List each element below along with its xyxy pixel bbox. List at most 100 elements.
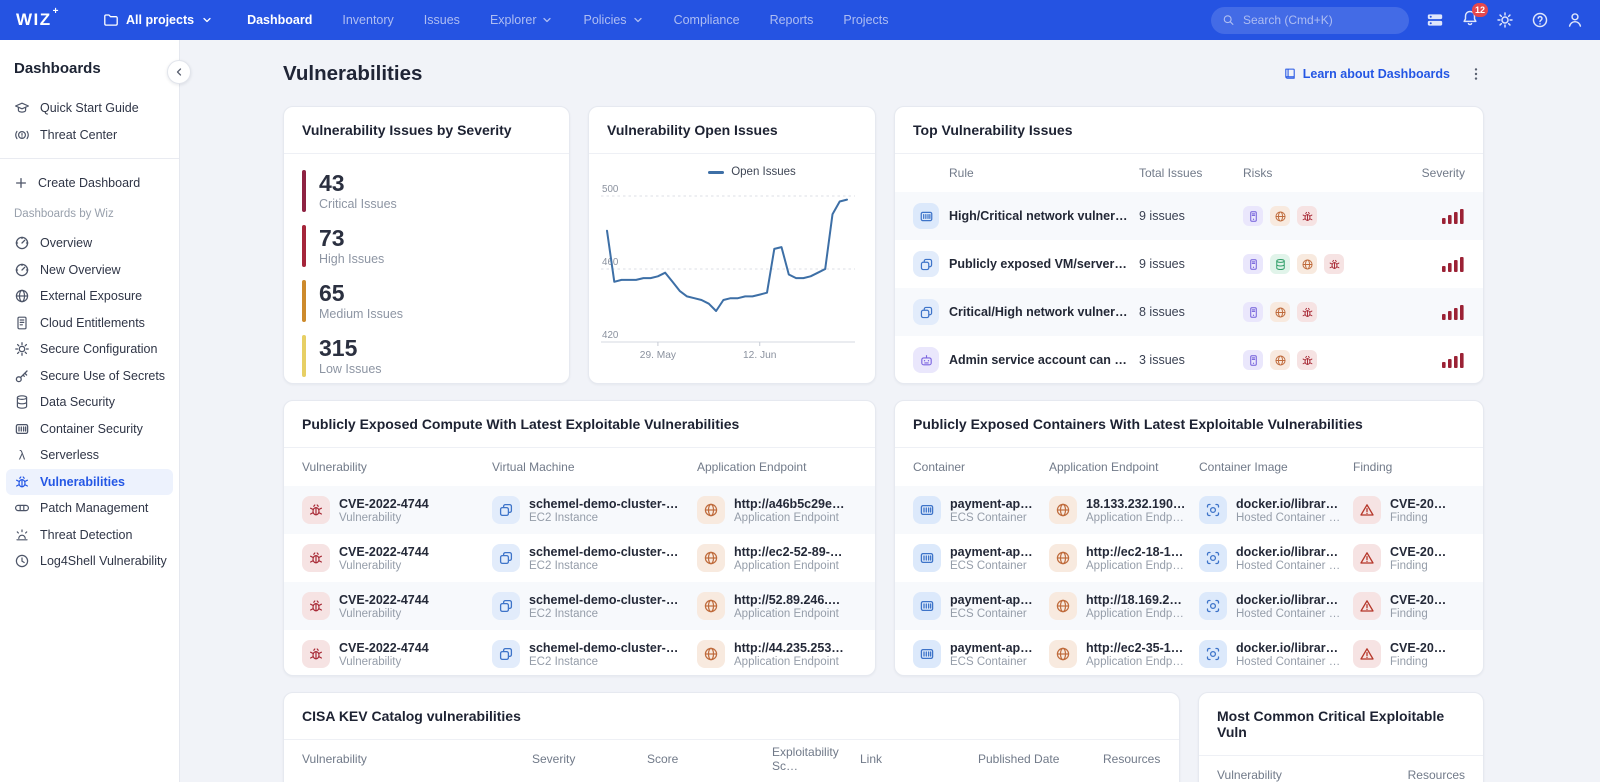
project-selector-button[interactable]: All projects — [103, 12, 213, 28]
kebab-menu-icon[interactable] — [1468, 66, 1484, 82]
svg-text:29. May: 29. May — [640, 350, 677, 361]
search-input[interactable] — [1243, 13, 1398, 27]
vm-icon — [913, 299, 939, 325]
top-navigation: WIZ + All projects Dashboard Inventory Issu… — [0, 0, 1600, 40]
sidebar-item-quick-start-guide[interactable]: Quick Start Guide — [0, 95, 179, 122]
exposed-compute-row[interactable]: CVE-2022-4744 Vulnerability schemel-demo-c… — [284, 582, 875, 630]
bug-icon — [302, 544, 330, 572]
severity-stat-low-issues[interactable]: 315 Low Issues — [302, 335, 551, 377]
create-dashboard-button[interactable]: Create Dashboard — [0, 169, 179, 196]
main-content: Vulnerabilities Learn about Dashboards V… — [180, 40, 1600, 782]
severity-bars-icon — [1401, 256, 1465, 272]
gauge-icon — [14, 235, 30, 251]
card-title: Vulnerability Open Issues — [589, 107, 875, 154]
gear-outline-icon — [14, 341, 30, 357]
image-scan-icon — [1199, 544, 1227, 572]
entity-name: payment-app-3 — [950, 640, 1037, 655]
sidebar-item-external-exposure[interactable]: External Exposure — [0, 283, 179, 310]
vm-icon — [492, 640, 520, 668]
total-issues: 9 issues — [1139, 257, 1185, 271]
entity-name: payment-app-3 — [950, 592, 1037, 607]
severity-stat-medium-issues[interactable]: 65 Medium Issues — [302, 280, 551, 322]
entity-type: Hosted Container I… — [1236, 559, 1341, 572]
sidebar-item-log4shell-vulnerability[interactable]: Log4Shell Vulnerability — [0, 548, 179, 575]
sidebar-item-threat-detection[interactable]: Threat Detection — [0, 522, 179, 549]
settings-gear-icon[interactable] — [1496, 11, 1514, 29]
entity-type: Finding — [1390, 607, 1428, 620]
severity-color-bar — [302, 170, 306, 212]
sidebar-item-data-security[interactable]: Data Security — [0, 389, 179, 416]
exposed-container-row[interactable]: payment-app-3 ECS Container http://ec2-35-… — [895, 630, 1483, 675]
nav-item-issues[interactable]: Issues — [424, 13, 460, 27]
top-issue-row[interactable]: Critical/High network vulnerability with… — [895, 288, 1483, 336]
entity-type: Vulnerability — [339, 607, 402, 620]
page-title: Vulnerabilities — [283, 62, 423, 85]
entity-name: http://ec2-18-16… — [1086, 544, 1187, 559]
entity-type: Finding — [1390, 655, 1428, 668]
sidebar-item-secure-use-of-secrets[interactable]: Secure Use of Secrets — [0, 363, 179, 390]
user-profile-icon[interactable] — [1566, 11, 1584, 29]
total-issues: 3 issues — [1139, 353, 1185, 367]
help-icon[interactable] — [1531, 11, 1549, 29]
exposed-compute-row[interactable]: CVE-2022-4744 Vulnerability schemel-demo-c… — [284, 534, 875, 582]
project-selector-label: All projects — [126, 13, 195, 27]
card-title: Top Vulnerability Issues — [895, 107, 1483, 154]
patch-icon — [14, 500, 30, 516]
risk-icons — [1243, 350, 1401, 370]
entity-name: http://a46b5c29e830648… — [734, 496, 845, 511]
globe-risk-icon — [1297, 254, 1317, 274]
severity-stat-high-issues[interactable]: 73 High Issues — [302, 225, 551, 267]
exposed-container-row[interactable]: payment-app-3 ECS Container http://ec2-18-… — [895, 534, 1483, 582]
entity-name: schemel-demo-cluster-n… — [529, 592, 685, 607]
sidebar-item-overview[interactable]: Overview — [0, 230, 179, 257]
container-icon — [913, 592, 941, 620]
nav-item-inventory[interactable]: Inventory — [342, 13, 393, 27]
entity-name: http://ec2-52-89-246-52.… — [734, 544, 845, 559]
globe-icon — [1049, 496, 1077, 524]
top-issue-row[interactable]: Admin service account can be assumed by … — [895, 336, 1483, 383]
sidebar-section-label: Dashboards by Wiz — [14, 208, 114, 220]
globe-risk-icon — [1270, 206, 1290, 226]
book-icon — [1283, 67, 1297, 81]
sidebar-item-vulnerabilities[interactable]: Vulnerabilities — [6, 468, 173, 495]
globe-icon — [697, 640, 725, 668]
panels-icon[interactable] — [1426, 11, 1444, 29]
severity-bars-icon — [1401, 352, 1465, 368]
sidebar-item-threat-center[interactable]: Threat Center — [0, 122, 179, 149]
sidebar-item-new-overview[interactable]: New Overview — [0, 257, 179, 284]
chevron-down-icon — [541, 14, 553, 26]
nav-item-explorer[interactable]: Explorer — [490, 13, 554, 27]
exposed-container-row[interactable]: payment-app-3 ECS Container 18.133.232.190… — [895, 486, 1483, 534]
notification-badge: 12 — [1471, 2, 1488, 17]
legend-line-swatch — [708, 170, 725, 174]
top-issue-row[interactable]: High/Critical network vulnerability with… — [895, 192, 1483, 240]
learn-about-dashboards-link[interactable]: Learn about Dashboards — [1283, 67, 1450, 81]
sidebar-item-container-security[interactable]: Container Security — [0, 416, 179, 443]
exposed-compute-row[interactable]: CVE-2022-4744 Vulnerability schemel-demo-c… — [284, 630, 875, 675]
global-search[interactable] — [1211, 6, 1409, 34]
nav-item-policies[interactable]: Policies — [583, 13, 643, 27]
exposed-compute-row[interactable]: CVE-2022-4744 Vulnerability schemel-demo-c… — [284, 486, 875, 534]
exposed-container-row[interactable]: payment-app-3 ECS Container http://18.169.… — [895, 582, 1483, 630]
rule-name: Admin service account can be assumed by … — [949, 353, 1129, 367]
sidebar-item-patch-management[interactable]: Patch Management — [0, 495, 179, 522]
rule-name: Critical/High network vulnerability with… — [949, 305, 1129, 319]
nav-item-reports[interactable]: Reports — [770, 13, 814, 27]
table-header: Vulnerability Severity Score Exploitability… — [302, 745, 1161, 773]
sidebar-item-cloud-entitlements[interactable]: Cloud Entitlements — [0, 310, 179, 337]
nav-item-projects[interactable]: Projects — [843, 13, 888, 27]
nav-item-dashboard[interactable]: Dashboard — [247, 13, 312, 27]
severity-count: 315 — [319, 334, 358, 361]
severity-stat-critical-issues[interactable]: 43 Critical Issues — [302, 170, 551, 212]
top-issue-row[interactable]: Publicly exposed VM/serverless with a hi… — [895, 240, 1483, 288]
sidebar-item-secure-configuration[interactable]: Secure Configuration — [0, 336, 179, 363]
bug-icon — [302, 640, 330, 668]
sidebar-item-serverless[interactable]: λ Serverless — [0, 442, 179, 469]
nav-item-compliance[interactable]: Compliance — [674, 13, 740, 27]
wiz-logo[interactable]: WIZ + — [16, 6, 59, 30]
legend-label: Open Issues — [731, 166, 796, 178]
globe-icon — [1049, 592, 1077, 620]
sidebar-collapse-button[interactable] — [167, 60, 191, 84]
exposed-containers-card: Publicly Exposed Containers With Latest … — [894, 400, 1484, 676]
entity-type: Hosted Container I… — [1236, 511, 1341, 524]
